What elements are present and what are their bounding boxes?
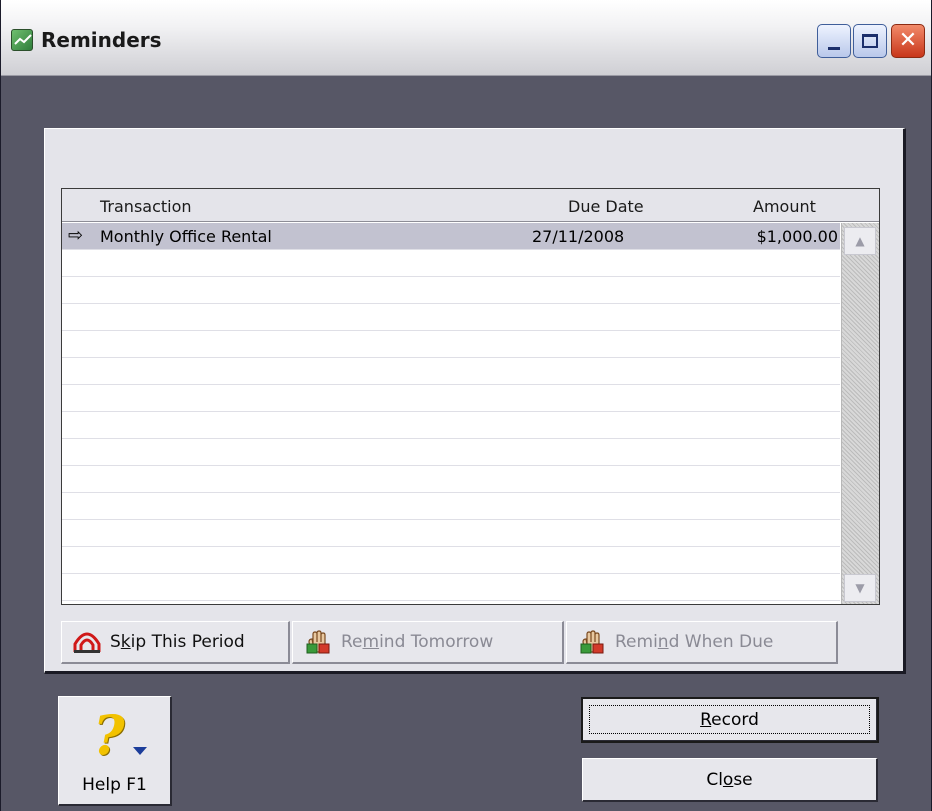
- title-bar[interactable]: Reminders ✕: [1, 0, 931, 76]
- empty-row: [62, 385, 840, 412]
- maximize-button[interactable]: [853, 24, 887, 58]
- reminders-panel: Transaction Due Date Amount ⇨ Monthly Of…: [44, 128, 906, 674]
- remind-when-due-button[interactable]: Remind When Due: [566, 621, 838, 664]
- empty-row: [62, 412, 840, 439]
- empty-row: [62, 358, 840, 385]
- empty-row: [62, 277, 840, 304]
- help-button[interactable]: ? Help F1: [58, 696, 172, 806]
- maximize-icon: [862, 34, 878, 48]
- close-button[interactable]: Close: [582, 758, 878, 802]
- minimize-icon: [828, 46, 840, 50]
- remind-hand-icon: [577, 629, 607, 655]
- scroll-down-button[interactable]: ▼: [844, 574, 876, 602]
- record-button[interactable]: Record: [581, 697, 879, 743]
- row-pointer-icon: ⇨: [68, 225, 84, 246]
- window-title: Reminders: [41, 28, 162, 52]
- empty-row: [62, 574, 840, 601]
- row-due-date: 27/11/2008: [532, 227, 625, 246]
- row-transaction: Monthly Office Rental: [100, 227, 272, 246]
- empty-row: [62, 331, 840, 358]
- empty-row: [62, 304, 840, 331]
- dropdown-caret-icon: [133, 747, 147, 755]
- empty-row: [62, 439, 840, 466]
- skip-this-period-button[interactable]: Skip This Period: [61, 621, 290, 664]
- row-amount: $1,000.00: [756, 227, 838, 246]
- help-label: Help F1: [82, 775, 147, 795]
- empty-row: [62, 493, 840, 520]
- focus-rectangle: [589, 705, 870, 734]
- column-header-transaction[interactable]: Transaction: [100, 197, 192, 216]
- remind-tomorrow-button[interactable]: Remind Tomorrow: [292, 621, 564, 664]
- table-row[interactable]: ⇨ Monthly Office Rental 27/11/2008 $1,00…: [62, 223, 840, 250]
- close-icon: ✕: [898, 28, 918, 53]
- remind-hand-icon: [303, 629, 333, 655]
- minimize-button[interactable]: [817, 24, 851, 58]
- empty-row: [62, 466, 840, 493]
- empty-row: [62, 520, 840, 547]
- list-rows: ⇨ Monthly Office Rental 27/11/2008 $1,00…: [62, 223, 840, 601]
- empty-row: [62, 547, 840, 574]
- list-scrollbar[interactable]: ▲ ▼: [841, 223, 879, 604]
- skip-period-icon: [72, 629, 102, 655]
- scroll-up-arrow-icon: ▲: [855, 234, 865, 248]
- remind-when-due-label: Remind When Due: [615, 632, 774, 652]
- remind-tomorrow-label: Remind Tomorrow: [341, 632, 494, 652]
- close-label: Close: [706, 769, 753, 790]
- close-window-button[interactable]: ✕: [891, 24, 925, 58]
- help-question-icon: ?: [93, 703, 125, 767]
- app-icon: [11, 29, 33, 51]
- column-header-amount[interactable]: Amount: [753, 197, 816, 216]
- empty-row: [62, 250, 840, 277]
- reminders-list[interactable]: Transaction Due Date Amount ⇨ Monthly Of…: [61, 188, 880, 605]
- list-header: Transaction Due Date Amount: [62, 189, 879, 222]
- skip-this-period-label: Skip This Period: [110, 632, 245, 652]
- scroll-up-button[interactable]: ▲: [844, 227, 876, 255]
- reminders-window: Reminders ✕ Transaction Due Date Amount …: [0, 0, 932, 811]
- scroll-down-arrow-icon: ▼: [855, 581, 865, 595]
- column-header-due-date[interactable]: Due Date: [568, 197, 644, 216]
